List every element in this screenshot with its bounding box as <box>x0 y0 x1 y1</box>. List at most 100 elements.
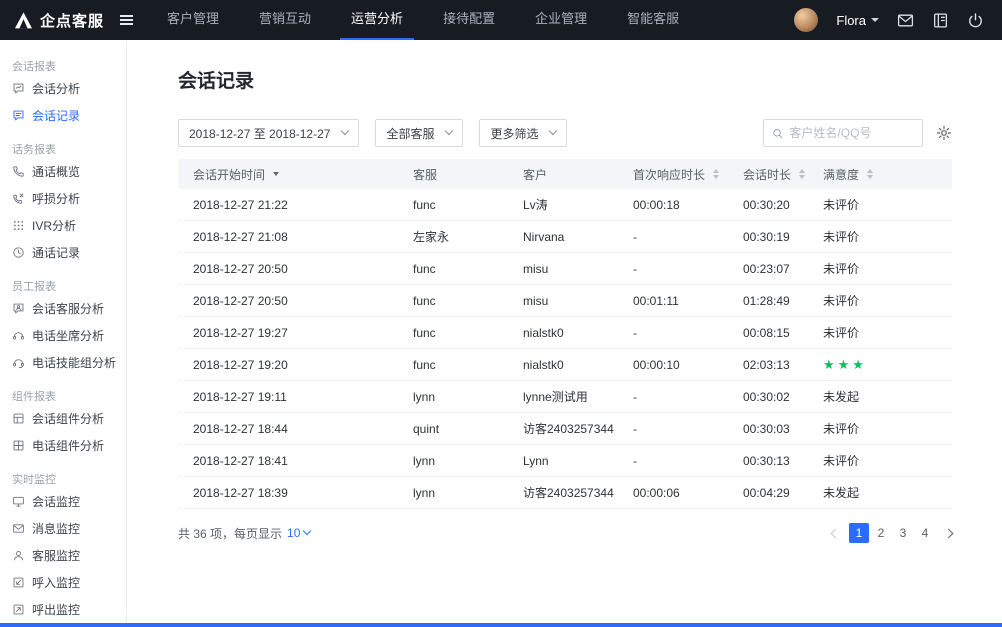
avatar[interactable] <box>794 8 818 32</box>
sidebar-item[interactable]: 会话记录 <box>0 102 126 129</box>
sidebar-item[interactable]: 客服监控 <box>0 542 126 569</box>
sidebar-item[interactable]: 通话概览 <box>0 158 126 185</box>
prev-page-icon[interactable] <box>831 528 841 538</box>
table-row[interactable]: 2018-12-27 18:39lynn访客240325734400:00:06… <box>178 477 952 509</box>
next-page-icon[interactable] <box>944 528 954 538</box>
table-row[interactable]: 2018-12-27 20:50funcmisu-00:23:07未评价 <box>178 253 952 285</box>
column-header[interactable]: 会话开始时间 <box>178 166 398 183</box>
date-range-value: 2018-12-27 至 2018-12-27 <box>189 125 330 142</box>
app-logo[interactable]: 企点客服 <box>0 10 110 31</box>
page-size-select[interactable]: 10 <box>287 526 310 540</box>
table-body: 2018-12-27 21:22funcLv涛00:00:1800:30:20未… <box>178 189 952 509</box>
chat-monitor-icon <box>12 495 25 508</box>
sidebar-item[interactable]: 会话客服分析 <box>0 295 126 322</box>
table-row[interactable]: 2018-12-27 21:08左家永Nirvana-00:30:19未评价 <box>178 221 952 253</box>
cell-start-time: 2018-12-27 18:41 <box>178 454 398 468</box>
more-filters-select[interactable]: 更多筛选 <box>479 119 567 147</box>
sidebar-section-title: 话务报表 <box>0 129 126 158</box>
column-header[interactable]: 满意度 <box>808 166 952 183</box>
page-number-2[interactable]: 2 <box>871 523 891 543</box>
sidebar-item[interactable]: 电话技能组分析 <box>0 349 126 376</box>
sidebar-item[interactable]: 电话组件分析 <box>0 432 126 459</box>
message-monitor-icon <box>12 522 25 535</box>
sidebar-item-label: 呼损分析 <box>32 190 80 207</box>
page-number-1[interactable]: 1 <box>849 523 869 543</box>
cell-customer: 访客2403257344 <box>508 484 618 501</box>
gear-icon[interactable] <box>936 125 952 141</box>
table-footer: 共 36 项，每页显示 10 1234 <box>178 523 952 543</box>
top-nav-item-1[interactable]: 客户管理 <box>156 0 230 40</box>
table-row[interactable]: 2018-12-27 19:27funcnialstk0-00:08:15未评价 <box>178 317 952 349</box>
sidebar-section-title: 实时监控 <box>0 459 126 488</box>
page-number-3[interactable]: 3 <box>893 523 913 543</box>
cell-first-response: 00:00:10 <box>618 358 728 372</box>
logout-power-icon[interactable] <box>967 12 984 29</box>
sidebar-item[interactable]: 呼入监控 <box>0 569 126 596</box>
cell-agent: func <box>398 262 508 276</box>
top-nav-item-3[interactable]: 运营分析 <box>340 0 414 40</box>
table-row[interactable]: 2018-12-27 18:41lynnLynn-00:30:13未评价 <box>178 445 952 477</box>
sidebar-item[interactable]: 电话坐席分析 <box>0 322 126 349</box>
top-nav-item-6[interactable]: 智能客服 <box>616 0 690 40</box>
top-nav: 客户管理营销互动运营分析接待配置企业管理智能客服 <box>147 0 699 40</box>
cell-satisfaction: 未评价 <box>808 228 952 245</box>
cell-customer: 访客2403257344 <box>508 420 618 437</box>
column-header: 客户 <box>508 166 618 183</box>
top-nav-item-5[interactable]: 企业管理 <box>524 0 598 40</box>
cell-duration: 01:28:49 <box>728 294 808 308</box>
page-number-4[interactable]: 4 <box>915 523 935 543</box>
cell-first-response: - <box>618 230 728 244</box>
inbound-monitor-icon <box>12 576 25 589</box>
cell-duration: 02:03:13 <box>728 358 808 372</box>
chevron-down-icon <box>871 18 879 22</box>
cell-start-time: 2018-12-27 21:08 <box>178 230 398 244</box>
sidebar-item[interactable]: 会话分析 <box>0 75 126 102</box>
user-menu[interactable]: Flora <box>836 13 879 28</box>
agent-select[interactable]: 全部客服 <box>375 119 463 147</box>
sidebar-item[interactable]: 会话监控 <box>0 488 126 515</box>
bottom-accent-bar <box>0 623 1002 627</box>
table-row[interactable]: 2018-12-27 19:20funcnialstk000:00:1002:0… <box>178 349 952 381</box>
mail-icon[interactable] <box>897 12 914 29</box>
table-row[interactable]: 2018-12-27 18:44quint访客2403257344-00:30:… <box>178 413 952 445</box>
table-row[interactable]: 2018-12-27 21:22funcLv涛00:00:1800:30:20未… <box>178 189 952 221</box>
sidebar-item-label: 电话组件分析 <box>32 437 104 454</box>
sidebar-item[interactable]: 会话组件分析 <box>0 405 126 432</box>
sidebar-item-label: 会话组件分析 <box>32 410 104 427</box>
cell-start-time: 2018-12-27 18:44 <box>178 422 398 436</box>
column-header[interactable]: 会话时长 <box>728 166 808 183</box>
cell-satisfaction: 未评价 <box>808 260 952 277</box>
column-header[interactable]: 首次响应时长 <box>618 166 728 183</box>
search-icon <box>772 127 783 140</box>
column-header: 客服 <box>398 166 508 183</box>
sort-icon <box>799 169 805 179</box>
cell-first-response: - <box>618 454 728 468</box>
sidebar-item[interactable]: 通话记录 <box>0 239 126 266</box>
sidebar-item[interactable]: 呼损分析 <box>0 185 126 212</box>
workbench-icon[interactable] <box>932 12 949 29</box>
sidebar-item-label: 呼出监控 <box>32 601 80 618</box>
cell-customer: nialstk0 <box>508 358 618 372</box>
call-overview-icon <box>12 165 25 178</box>
page-size-value: 10 <box>287 526 300 540</box>
top-nav-item-2[interactable]: 营销互动 <box>248 0 322 40</box>
cell-agent: func <box>398 198 508 212</box>
date-range-select[interactable]: 2018-12-27 至 2018-12-27 <box>178 119 359 147</box>
search-input[interactable] <box>789 126 914 140</box>
cell-duration: 00:30:20 <box>728 198 808 212</box>
cell-customer: Lynn <box>508 454 618 468</box>
table-row[interactable]: 2018-12-27 20:50funcmisu00:01:1101:28:49… <box>178 285 952 317</box>
sidebar: 会话报表会话分析会话记录话务报表通话概览呼损分析IVR分析通话记录员工报表会话客… <box>0 40 127 623</box>
top-nav-item-4[interactable]: 接待配置 <box>432 0 506 40</box>
cell-agent: func <box>398 294 508 308</box>
sidebar-item[interactable]: IVR分析 <box>0 212 126 239</box>
sidebar-item[interactable]: 消息监控 <box>0 515 126 542</box>
pagination: 1234 <box>832 523 952 543</box>
table-row[interactable]: 2018-12-27 19:11lynnlynne测试用-00:30:02未发起 <box>178 381 952 413</box>
search-box[interactable] <box>763 119 923 147</box>
cell-customer: misu <box>508 294 618 308</box>
sidebar-item[interactable]: 呼出监控 <box>0 596 126 623</box>
sidebar-item-label: 客服监控 <box>32 547 80 564</box>
ivr-icon <box>12 219 25 232</box>
menu-hamburger-icon[interactable] <box>116 11 137 29</box>
